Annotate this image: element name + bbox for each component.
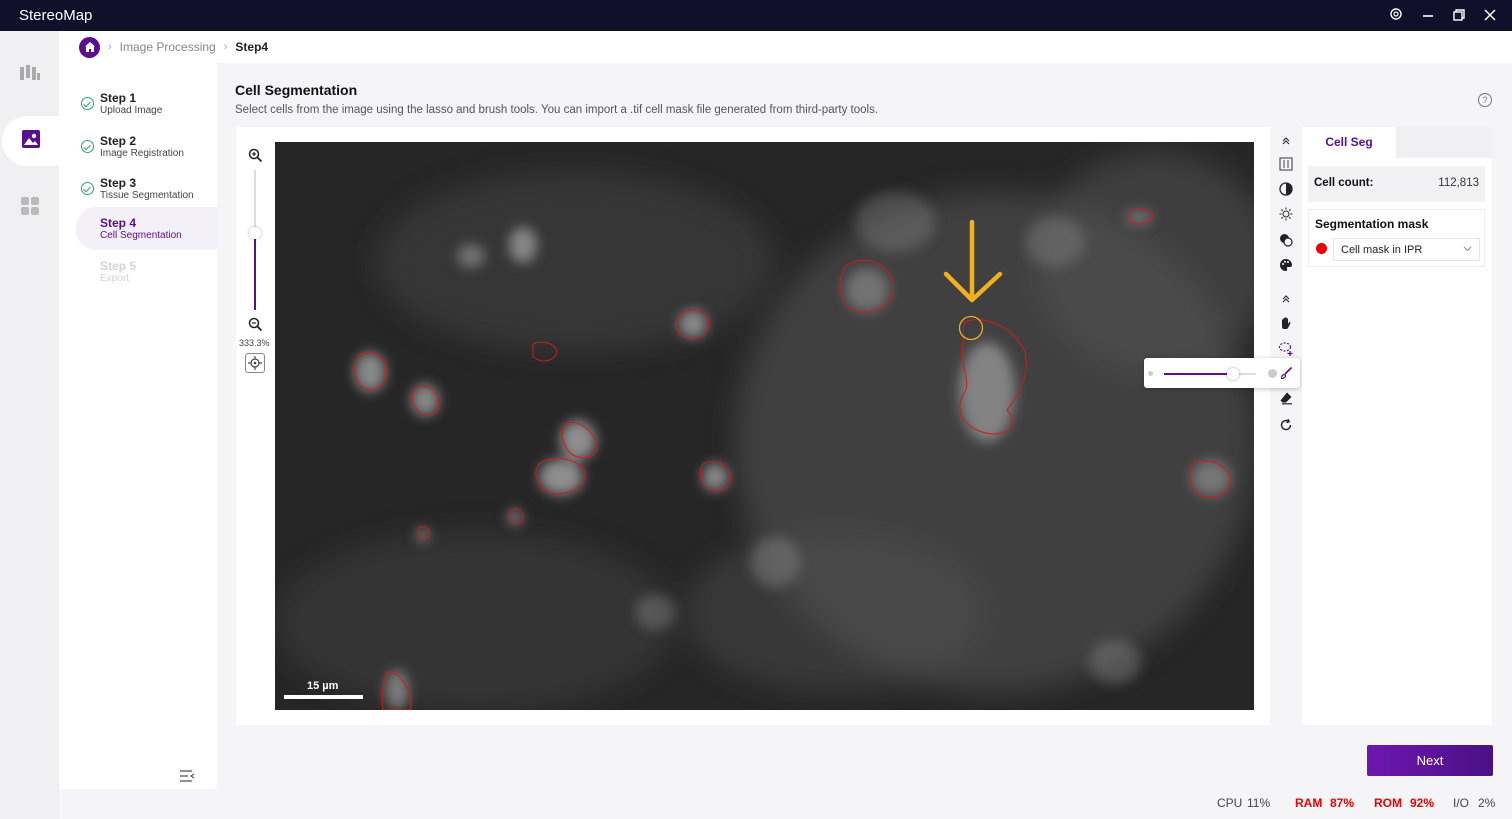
cpu-value: 11% <box>1247 796 1271 810</box>
check-circle-icon <box>81 182 94 195</box>
zoom-slider-handle[interactable] <box>249 227 261 239</box>
step-subtitle: Upload Image <box>100 105 163 116</box>
rail-apps-button[interactable] <box>0 183 59 233</box>
reset-icon[interactable] <box>1277 416 1295 434</box>
step-subtitle: Export <box>100 273 129 284</box>
check-circle-icon <box>81 140 94 153</box>
step-title: Step 2 <box>100 134 137 148</box>
layers-icon[interactable] <box>1277 231 1295 249</box>
ram-label: RAM <box>1295 796 1323 810</box>
scalebar-label: 15 µm <box>307 680 339 692</box>
zoom-in-icon[interactable] <box>248 148 263 168</box>
ram-value: 87% <box>1330 796 1355 810</box>
title-bar: StereoMap <box>0 0 1512 31</box>
page-description: Select cells from the image using the la… <box>235 104 879 116</box>
settings-icon[interactable] <box>1386 6 1406 26</box>
app-title: StereoMap <box>19 7 93 24</box>
cell-count-label: Cell count: <box>1314 177 1374 189</box>
lasso-add-icon[interactable] <box>1277 340 1295 358</box>
brush-icon[interactable] <box>1279 366 1293 385</box>
step-2[interactable]: Step 2 Image Registration <box>76 126 217 169</box>
brightness-icon[interactable] <box>1277 205 1295 223</box>
pan-hand-icon[interactable] <box>1277 314 1295 332</box>
step-title: Step 3 <box>100 176 137 190</box>
channel-split-icon[interactable] <box>1277 155 1295 173</box>
apps-icon <box>20 196 40 221</box>
io-label: I/O <box>1453 796 1470 810</box>
cell-count-row: Cell count: 112,813 <box>1308 166 1485 202</box>
brush-size-popover <box>1144 358 1300 388</box>
breadcrumb-current: Step4 <box>235 40 269 54</box>
small-brush-indicator <box>1148 371 1153 376</box>
step-1[interactable]: Step 1 Upload Image <box>76 83 217 126</box>
breadcrumb-separator: › <box>223 41 228 53</box>
step-subtitle: Tissue Segmentation <box>100 190 194 201</box>
close-icon[interactable] <box>1480 6 1500 26</box>
home-icon <box>84 42 95 52</box>
steps-panel: Step 1 Upload Image Step 2 Image Registr… <box>59 63 217 789</box>
rail-image-button[interactable] <box>2 116 60 166</box>
locate-icon <box>248 356 262 370</box>
brush-size-handle[interactable] <box>1227 368 1239 380</box>
help-icon[interactable]: ? <box>1478 93 1492 107</box>
fit-view-button[interactable] <box>245 353 265 373</box>
io-value: 2% <box>1478 796 1496 810</box>
step-title: Step 1 <box>100 91 137 105</box>
next-button[interactable]: Next <box>1367 745 1493 776</box>
step-subtitle: Image Registration <box>100 148 184 159</box>
step-title: Step 5 <box>100 259 137 273</box>
home-button[interactable] <box>79 36 100 58</box>
step-4[interactable]: Step 4 Cell Segmentation <box>76 207 217 250</box>
step-title: Step 4 <box>100 216 137 230</box>
collapse-up-icon[interactable] <box>1277 290 1295 308</box>
segmentation-mask-label: Segmentation mask <box>1315 217 1429 231</box>
brush-size-fill <box>1164 373 1234 375</box>
microscopy-image[interactable] <box>275 142 1254 710</box>
map-icon <box>19 64 41 87</box>
restore-icon[interactable] <box>1449 6 1469 26</box>
step-subtitle: Cell Segmentation <box>100 230 182 241</box>
breadcrumb: › Image Processing › Step4 <box>59 31 1512 63</box>
mask-select-value: Cell mask in IPR <box>1341 244 1423 256</box>
contrast-icon[interactable] <box>1277 180 1295 198</box>
rail-map-button[interactable] <box>0 50 59 100</box>
zoom-level: 333.3% <box>239 338 270 348</box>
step-3[interactable]: Step 3 Tissue Segmentation <box>76 168 217 211</box>
rom-value: 92% <box>1410 796 1435 810</box>
collapse-up-icon[interactable] <box>1277 132 1295 150</box>
mask-select[interactable]: Cell mask in IPR <box>1333 238 1480 261</box>
palette-icon[interactable] <box>1277 256 1295 274</box>
breadcrumb-image-processing[interactable]: Image Processing <box>120 40 216 54</box>
cpu-label: CPU <box>1217 796 1243 810</box>
chevron-down-icon <box>1463 244 1472 256</box>
mask-color-swatch[interactable] <box>1316 243 1327 254</box>
zoom-slider-fill <box>254 233 256 310</box>
tab-cell-seg[interactable]: Cell Seg <box>1302 127 1396 158</box>
annotation-arrow-down <box>943 219 1003 303</box>
left-rail <box>0 31 60 819</box>
scalebar <box>284 695 363 699</box>
step-5: Step 5 Export <box>76 251 217 294</box>
image-icon <box>21 129 41 154</box>
tab-bar <box>1396 127 1492 158</box>
zoom-out-icon[interactable] <box>248 317 263 337</box>
page-title: Cell Segmentation <box>235 82 358 98</box>
large-brush-indicator <box>1268 369 1277 378</box>
rom-label: ROM <box>1374 796 1402 810</box>
check-circle-icon <box>81 97 94 110</box>
minimize-icon[interactable] <box>1418 6 1438 26</box>
cell-count-value: 112,813 <box>1438 177 1479 189</box>
breadcrumb-separator: › <box>108 41 112 53</box>
segmentation-mask-box: Segmentation mask Cell mask in IPR <box>1308 209 1485 267</box>
collapse-menu-icon[interactable] <box>179 769 195 788</box>
eraser-icon[interactable] <box>1277 389 1295 407</box>
